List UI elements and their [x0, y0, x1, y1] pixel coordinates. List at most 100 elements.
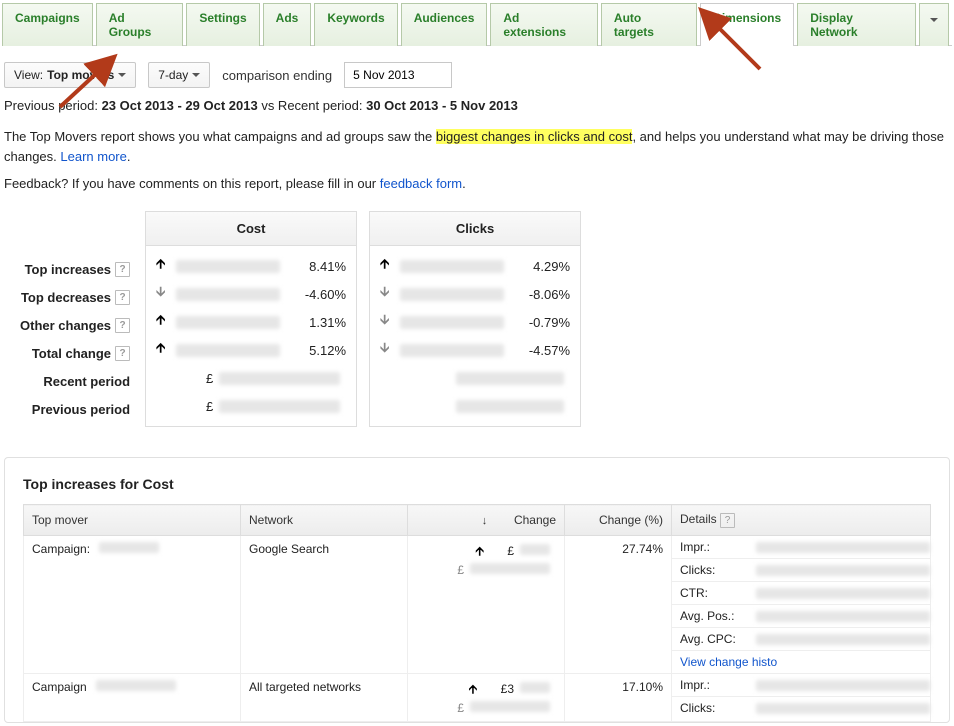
chevron-down-icon: [930, 18, 938, 22]
redacted-value: [756, 634, 930, 645]
chevron-down-icon: [192, 73, 200, 77]
tab-ad-groups[interactable]: Ad Groups: [96, 3, 184, 46]
redacted-value: [400, 260, 504, 273]
redacted-value: [400, 288, 504, 301]
comparison-label: comparison ending: [222, 68, 332, 83]
tab-campaigns[interactable]: Campaigns: [2, 3, 93, 46]
cost-pct: 1.31%: [286, 315, 346, 330]
redacted-value: [400, 316, 504, 329]
clicks-pct: -4.57%: [510, 343, 570, 358]
help-icon[interactable]: ?: [115, 318, 130, 333]
col-network[interactable]: Network: [241, 505, 408, 536]
detail-avg-pos: Avg. Pos.:: [680, 609, 750, 623]
row-previous-period: Previous period: [32, 402, 130, 417]
tab-display-network[interactable]: Display Network: [797, 3, 916, 46]
col-details: Details ?: [672, 505, 931, 536]
arrow-down-icon: 🡫: [156, 283, 170, 305]
row-other-changes: Other changes: [20, 318, 111, 333]
tab-audiences[interactable]: Audiences: [401, 3, 488, 46]
redacted-value: [96, 680, 176, 691]
clicks-column[interactable]: Clicks 🡩4.29% 🡫-8.06% 🡫-0.79% 🡫-4.57%: [369, 211, 581, 427]
tab-settings[interactable]: Settings: [186, 3, 259, 46]
redacted-value: [520, 544, 550, 555]
cost-pct: 5.12%: [286, 343, 346, 358]
detail-impr: Impr.:: [680, 540, 750, 554]
redacted-value: [456, 372, 564, 385]
arrow-up-icon: 🡩: [156, 255, 170, 277]
redacted-value: [756, 703, 930, 714]
arrow-up-icon: 🡩: [469, 682, 478, 696]
arrow-down-icon: 🡫: [380, 311, 394, 333]
detail-impr: Impr.:: [680, 678, 750, 692]
change-pct: 17.10%: [565, 674, 672, 722]
main-tabs: Campaigns Ad Groups Settings Ads Keyword…: [2, 2, 952, 46]
top-movers-table: Top mover Network ↓ Change Change (%) De…: [23, 504, 931, 722]
redacted-value: [470, 563, 550, 574]
arrow-up-icon: 🡩: [156, 311, 170, 333]
redacted-value: [176, 316, 280, 329]
range-value: 7-day: [158, 68, 188, 82]
range-dropdown[interactable]: 7-day: [148, 62, 210, 88]
highlighted-text: biggest changes in clicks and cost: [436, 129, 633, 144]
row-total-change: Total change: [32, 346, 111, 361]
redacted-value: [470, 701, 550, 712]
arrow-down-icon: 🡫: [380, 283, 394, 305]
redacted-value: [756, 542, 930, 553]
arrow-down-icon: 🡫: [380, 339, 394, 361]
chevron-down-icon: [118, 73, 126, 77]
arrow-up-icon: 🡩: [475, 544, 484, 558]
redacted-value: [176, 288, 280, 301]
currency-symbol: £: [206, 371, 213, 386]
currency-symbol: £: [206, 399, 213, 414]
redacted-value: [756, 588, 930, 599]
learn-more-link[interactable]: Learn more: [60, 149, 126, 164]
help-icon[interactable]: ?: [720, 513, 735, 528]
campaign-label: Campaign:: [32, 542, 90, 556]
tab-dimensions[interactable]: Dimensions: [700, 3, 794, 46]
end-date-input[interactable]: [344, 62, 452, 88]
clicks-pct: -0.79%: [510, 315, 570, 330]
feedback-line: Feedback? If you have comments on this r…: [0, 176, 954, 211]
redacted-value: [219, 372, 340, 385]
change-pct: 27.74%: [565, 536, 672, 674]
detail-ctr: CTR:: [680, 586, 750, 600]
tab-ads[interactable]: Ads: [263, 3, 312, 46]
help-icon[interactable]: ?: [115, 290, 130, 305]
row-recent-period: Recent period: [43, 374, 130, 389]
row-top-increases: Top increases: [25, 262, 111, 277]
feedback-link[interactable]: feedback form: [380, 176, 462, 191]
row-top-decreases: Top decreases: [21, 290, 111, 305]
redacted-value: [756, 680, 930, 691]
redacted-value: [219, 400, 340, 413]
redacted-value: [756, 611, 930, 622]
cost-column[interactable]: Cost 🡩8.41% 🡫-4.60% 🡩1.31% 🡩5.12% £ £: [145, 211, 357, 427]
view-value: Top movers: [47, 68, 114, 82]
view-dropdown[interactable]: View: Top movers: [4, 62, 136, 88]
detail-clicks: Clicks:: [680, 701, 750, 715]
network-value: Google Search: [241, 536, 408, 674]
help-icon[interactable]: ?: [115, 262, 130, 277]
help-icon[interactable]: ?: [115, 346, 130, 361]
col-change-pct[interactable]: Change (%): [565, 505, 672, 536]
tab-more[interactable]: [919, 3, 949, 46]
col-top-mover[interactable]: Top mover: [24, 505, 241, 536]
change-amount: £3: [501, 682, 514, 696]
redacted-value: [176, 344, 280, 357]
sort-down-icon: ↓: [482, 515, 488, 527]
redacted-value: [520, 682, 550, 693]
panel-title: Top increases for Cost: [23, 476, 931, 492]
arrow-up-icon: 🡩: [156, 339, 170, 361]
clicks-pct: -8.06%: [510, 287, 570, 302]
view-change-history-link[interactable]: View change histo: [680, 655, 777, 669]
tab-ad-extensions[interactable]: Ad extensions: [490, 3, 598, 46]
clicks-header: Clicks: [370, 212, 580, 246]
tab-keywords[interactable]: Keywords: [314, 3, 397, 46]
col-change[interactable]: ↓ Change: [408, 505, 565, 536]
report-description: The Top Movers report shows you what cam…: [0, 127, 954, 176]
detail-avg-cpc: Avg. CPC:: [680, 632, 750, 646]
tab-auto-targets[interactable]: Auto targets: [601, 3, 697, 46]
detail-clicks: Clicks:: [680, 563, 750, 577]
arrow-up-icon: 🡩: [380, 255, 394, 277]
network-value: All targeted networks: [241, 674, 408, 722]
top-increases-panel: Top increases for Cost Top mover Network…: [4, 457, 950, 723]
